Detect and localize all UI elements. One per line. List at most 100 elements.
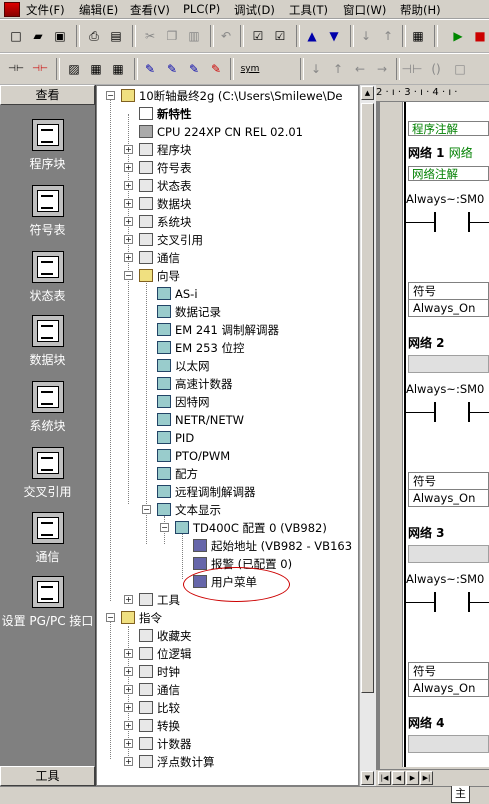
- upload-icon[interactable]: ▲: [302, 26, 322, 46]
- compile-icon[interactable]: ☑: [248, 26, 268, 46]
- insert-box-icon[interactable]: □: [450, 59, 470, 79]
- symbol-header: 符号: [409, 283, 488, 300]
- table-icon[interactable]: ▦: [108, 59, 128, 79]
- compare-icon: [139, 701, 153, 714]
- options-icon[interactable]: ▦: [408, 26, 428, 46]
- unforce-all-icon[interactable]: ✎: [184, 59, 204, 79]
- tree-scroll-thumb[interactable]: [361, 103, 374, 693]
- network-4-comment[interactable]: [408, 735, 489, 753]
- editor-tabs: 主: [0, 786, 489, 804]
- nav-communications[interactable]: 通信: [0, 512, 95, 565]
- sort-descending-icon[interactable]: ↑: [378, 26, 398, 46]
- line-up-icon[interactable]: ↑: [328, 59, 348, 79]
- program-status-icon[interactable]: ▨: [64, 59, 84, 79]
- symbol-table-icon: [139, 161, 153, 174]
- network-3-contact-label[interactable]: Always~:SM0: [406, 572, 484, 586]
- network-2-comment[interactable]: [408, 355, 489, 373]
- new-file-icon[interactable]: □: [6, 26, 26, 46]
- open-folder-icon[interactable]: ▰: [28, 26, 48, 46]
- nav-cross-reference[interactable]: 交叉引用: [0, 447, 95, 500]
- network-1-comment[interactable]: 网络注解: [408, 166, 489, 181]
- line-left-icon[interactable]: ←: [350, 59, 370, 79]
- tab-main[interactable]: 主: [451, 786, 470, 803]
- print-preview-icon[interactable]: ▤: [106, 26, 126, 46]
- wizard-icon: [157, 395, 171, 408]
- network-2-contact-label[interactable]: Always~:SM0: [406, 382, 484, 396]
- menu-help[interactable]: 帮助(H): [400, 2, 441, 18]
- symbol-value[interactable]: Always_On: [409, 680, 488, 696]
- stop-icon[interactable]: ■: [470, 26, 489, 46]
- pg-pc-interface-icon: [31, 576, 64, 608]
- sort-ascending-icon[interactable]: ↓: [356, 26, 376, 46]
- save-icon[interactable]: ▣: [50, 26, 70, 46]
- unforce-icon[interactable]: ✎: [162, 59, 182, 79]
- read-all-forced-icon[interactable]: ✎: [206, 59, 226, 79]
- copy-icon[interactable]: ❐: [162, 26, 182, 46]
- cut-icon[interactable]: ✂: [140, 26, 160, 46]
- nav-symbol-table[interactable]: 符号表: [0, 185, 95, 238]
- editor-horizontal-scrollbar[interactable]: |◀ ◀ ▶ ▶|: [376, 769, 489, 787]
- menu-edit[interactable]: 编辑(E): [79, 2, 118, 18]
- scroll-left-icon[interactable]: ◀: [392, 771, 405, 785]
- nav-system-block[interactable]: 系统块: [0, 381, 95, 434]
- tools-bar[interactable]: 工具: [0, 766, 95, 786]
- network-3-comment[interactable]: [408, 545, 489, 563]
- undo-icon[interactable]: ↶: [216, 26, 236, 46]
- print-icon[interactable]: ⎙: [84, 26, 104, 46]
- nav-data-block[interactable]: 数据块: [0, 315, 95, 368]
- paste-icon[interactable]: ▥: [184, 26, 204, 46]
- screen-icon: [193, 575, 207, 588]
- menu-tools[interactable]: 工具(T): [289, 2, 328, 18]
- line-right-icon[interactable]: →: [372, 59, 392, 79]
- wizard-icon: [157, 467, 171, 480]
- wizard-icon: [157, 305, 171, 318]
- tree-vertical-scrollbar[interactable]: ▲ ▼: [359, 85, 376, 786]
- cross-reference-icon: [31, 447, 64, 479]
- symbol-value[interactable]: Always_On: [409, 490, 488, 506]
- nav-status-table[interactable]: 状态表: [0, 251, 95, 304]
- network-1-symbol-table: 符号 Always_On: [408, 282, 489, 317]
- contact-icon[interactable]: ⊣⊢: [6, 59, 26, 79]
- wizard-icon: [157, 485, 171, 498]
- scroll-first-icon[interactable]: |◀: [378, 771, 391, 785]
- network-3-title[interactable]: 网络 3: [408, 524, 445, 541]
- column-ruler: 2 · ı · 3 · ı · 4 · ı ·: [376, 85, 489, 102]
- network-1-contact-label[interactable]: Always~:SM0: [406, 192, 484, 206]
- insert-contact-icon[interactable]: ⊣⊢: [402, 59, 423, 79]
- program-comment[interactable]: 程序注解: [408, 121, 489, 136]
- scroll-last-icon[interactable]: ▶|: [420, 771, 433, 785]
- data-block-icon: [31, 315, 64, 347]
- force-icon[interactable]: ✎: [140, 59, 160, 79]
- menu-window[interactable]: 窗口(W): [343, 2, 386, 18]
- menu-file[interactable]: 文件(F): [26, 2, 65, 18]
- menu-debug[interactable]: 调试(D): [234, 2, 275, 18]
- network-4-title[interactable]: 网络 4: [408, 714, 445, 731]
- instruction-tree: − 10断轴最终2g (C:\Users\Smilewe\De 新特性 CPU …: [96, 85, 359, 786]
- clock-icon: [139, 665, 153, 678]
- network-1-title[interactable]: 网络 1 网络: [408, 144, 473, 161]
- nav-set-pg-pc-interface[interactable]: 设置 PG/PC 接口: [0, 576, 95, 629]
- scroll-down-icon[interactable]: ▼: [361, 771, 374, 785]
- download-icon[interactable]: ▼: [324, 26, 344, 46]
- delete-contact-icon[interactable]: ⊣⊢: [30, 59, 50, 79]
- menu-view[interactable]: 查看(V): [130, 2, 170, 18]
- run-icon[interactable]: ▶: [448, 26, 468, 46]
- chart-status-icon[interactable]: ▦: [86, 59, 106, 79]
- screen-icon: [193, 539, 207, 552]
- menu-plc[interactable]: PLC(P): [183, 2, 220, 16]
- debug-toolbar: ⊣⊢ ⊣⊢ ▨ ▦ ▦ ✎ ✎ ✎ ✎ sym ↓ ↑ ← → ⊣⊢ () □: [0, 53, 489, 85]
- line-down-icon[interactable]: ↓: [306, 59, 326, 79]
- insert-coil-icon[interactable]: (): [426, 59, 446, 79]
- nav-program-block[interactable]: 程序块: [0, 119, 95, 172]
- network-2-title[interactable]: 网络 2: [408, 334, 445, 351]
- cpu-icon: [139, 125, 153, 138]
- compile-all-icon[interactable]: ☑: [270, 26, 290, 46]
- screen-icon: [193, 557, 207, 570]
- app-icon[interactable]: [4, 2, 20, 17]
- data-block-icon: [139, 197, 153, 210]
- status-table-icon: [139, 179, 153, 192]
- symbol-value[interactable]: Always_On: [409, 300, 488, 316]
- symbol-toggle-button[interactable]: sym: [236, 59, 264, 79]
- scroll-right-icon[interactable]: ▶: [406, 771, 419, 785]
- scroll-up-icon[interactable]: ▲: [361, 86, 374, 100]
